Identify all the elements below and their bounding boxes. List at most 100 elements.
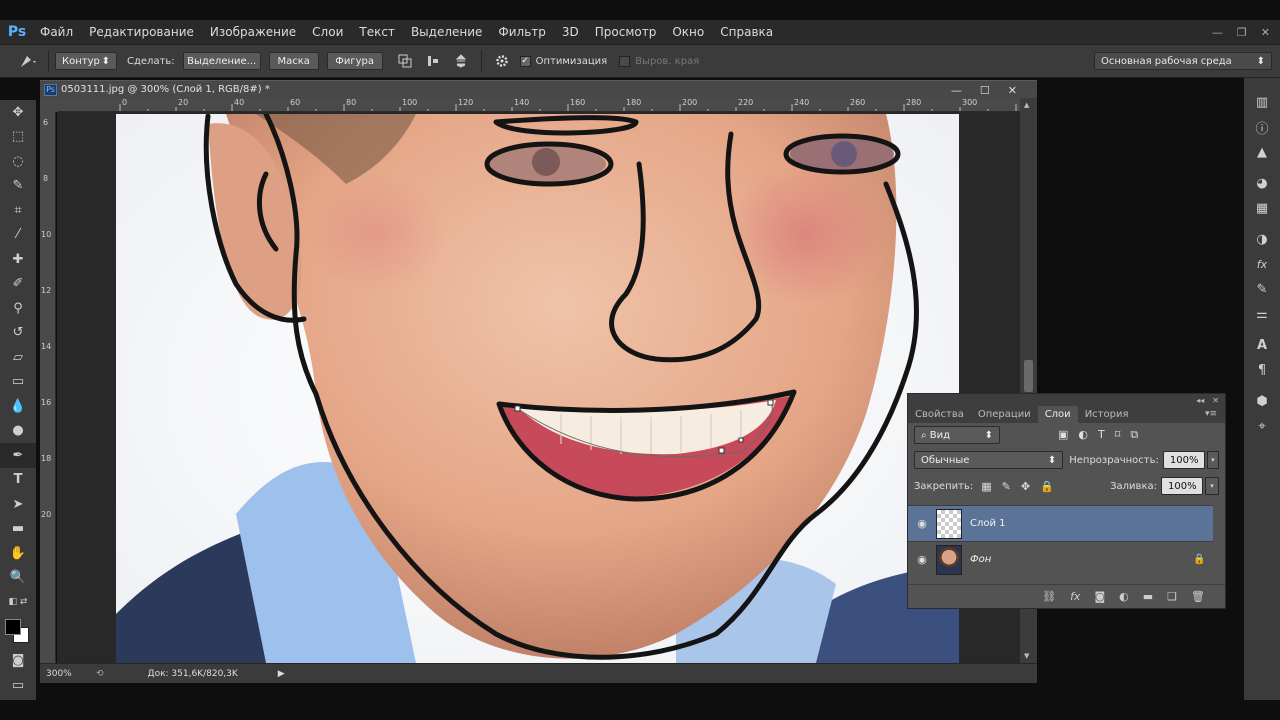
pen-tool-icon[interactable]: ✒ [0, 443, 36, 468]
add-mask-icon[interactable]: ◙ [1094, 590, 1105, 603]
layer-style-icon[interactable]: fx [1070, 590, 1080, 603]
layer-filter-select[interactable]: ⌕ Вид ⬍ [914, 426, 1000, 444]
path-alignment-icon[interactable] [419, 48, 447, 74]
panel-close-icon[interactable]: ✕ [1212, 396, 1219, 405]
pen-tool-preset-icon[interactable] [14, 48, 42, 74]
default-colors-icon[interactable]: ◧ ⇄ [0, 590, 36, 615]
eraser-tool-icon[interactable]: ▱ [0, 345, 36, 370]
blend-mode-select[interactable]: Обычные ⬍ [914, 451, 1064, 469]
vertical-ruler[interactable]: 6 8 10 12 14 16 18 20 [40, 112, 56, 663]
lock-position-icon[interactable]: ✥ [1021, 480, 1030, 493]
close-icon[interactable]: ✕ [1261, 26, 1270, 39]
marquee-tool-icon[interactable]: ⬚ [0, 125, 36, 150]
mask-button[interactable]: Маска [268, 52, 319, 70]
path-selection-tool-icon[interactable]: ➤ [0, 492, 36, 517]
fill-input[interactable]: 100% [1161, 477, 1203, 495]
brush-panel-icon[interactable]: ✎ [1244, 277, 1280, 302]
menu-text[interactable]: Текст [351, 20, 403, 44]
character-panel-icon[interactable]: A [1244, 333, 1280, 358]
minimize-icon[interactable]: — [1212, 26, 1223, 39]
menu-filter[interactable]: Фильтр [490, 20, 553, 44]
restore-icon[interactable]: ❐ [1237, 26, 1247, 39]
gear-icon[interactable] [488, 48, 516, 74]
fill-dropdown-icon[interactable]: ▾ [1205, 477, 1219, 495]
shape-button[interactable]: Фигура [326, 52, 383, 70]
menu-view[interactable]: Просмотр [587, 20, 665, 44]
menu-help[interactable]: Справка [712, 20, 781, 44]
delete-layer-icon[interactable]: 🗑 [1191, 590, 1205, 603]
align-edges-checkbox[interactable] [619, 55, 631, 67]
visibility-eye-icon[interactable]: ◉ [908, 517, 936, 530]
blur-tool-icon[interactable]: 💧 [0, 394, 36, 419]
scrollbar-thumb[interactable] [1024, 360, 1033, 392]
optimize-checkbox[interactable]: ✓ [519, 55, 531, 67]
menu-layers[interactable]: Слои [304, 20, 351, 44]
lock-transparency-icon[interactable]: ▦ [981, 480, 991, 493]
filter-shape-icon[interactable]: ⌑ [1115, 428, 1121, 442]
zoom-level[interactable]: 300% [46, 669, 82, 679]
layer-row[interactable]: ◉ Фон 🔒 [908, 541, 1213, 577]
menu-edit[interactable]: Редактирование [81, 20, 202, 44]
filter-adjustment-icon[interactable]: ◐ [1078, 428, 1088, 442]
visibility-eye-icon[interactable]: ◉ [908, 553, 936, 566]
quick-mask-icon[interactable]: ◙ [0, 649, 36, 674]
new-adjustment-layer-icon[interactable]: ◐ [1119, 590, 1129, 603]
dodge-tool-icon[interactable]: ● [0, 419, 36, 444]
tab-history[interactable]: История [1078, 406, 1136, 423]
menu-window[interactable]: Окно [664, 20, 712, 44]
doc-minimize-icon[interactable]: — [951, 84, 962, 97]
gradient-tool-icon[interactable]: ▭ [0, 370, 36, 395]
filter-type-icon[interactable]: T [1098, 428, 1105, 442]
filter-smart-object-icon[interactable]: ⧉ [1130, 428, 1138, 442]
histogram-panel-icon[interactable]: ▲ [1244, 140, 1280, 165]
type-tool-icon[interactable]: T [0, 468, 36, 493]
path-mode-select[interactable]: Контур ⬍ [55, 52, 117, 70]
horizontal-ruler[interactable]: 0 20 40 60 80 100 120 140 160 180 200 22… [58, 98, 1020, 112]
doc-restore-icon[interactable]: ☐ [980, 84, 990, 97]
zoom-tool-icon[interactable]: 🔍 [0, 566, 36, 591]
color-swatches[interactable] [0, 615, 36, 649]
menu-select[interactable]: Выделение [403, 20, 490, 44]
document-tab[interactable]: Ps 0503111.jpg @ 300% (Слой 1, RGB/8#) *… [40, 80, 1037, 98]
photo-canvas[interactable] [116, 114, 959, 663]
move-tool-icon[interactable]: ✥ [0, 100, 36, 125]
filter-image-icon[interactable]: ▣ [1058, 428, 1068, 442]
adjustments-panel-icon[interactable]: ◑ [1244, 227, 1280, 252]
path-operations-icon[interactable] [391, 48, 419, 74]
eyedropper-tool-icon[interactable]: ⁄ [0, 223, 36, 248]
brush-tool-icon[interactable]: ✐ [0, 272, 36, 297]
hand-tool-icon[interactable]: ✋ [0, 541, 36, 566]
path-arrangement-icon[interactable] [447, 48, 475, 74]
opacity-dropdown-icon[interactable]: ▾ [1206, 451, 1219, 469]
history-brush-tool-icon[interactable]: ↺ [0, 321, 36, 346]
lock-pixels-icon[interactable]: ✎ [1002, 480, 1011, 493]
3d-panel-icon[interactable]: ⬢ [1244, 389, 1280, 414]
scroll-down-icon[interactable]: ▼ [1024, 652, 1029, 660]
link-layers-icon[interactable]: ⛓ [1042, 590, 1056, 603]
swatches-panel-icon[interactable]: ▦ [1244, 196, 1280, 221]
tab-properties[interactable]: Свойства [908, 406, 971, 423]
quick-selection-tool-icon[interactable]: ✎ [0, 174, 36, 199]
layer-row[interactable]: ◉ Слой 1 [908, 505, 1213, 541]
foreground-color-swatch[interactable] [5, 618, 21, 635]
panel-menu-icon[interactable]: ▾≡ [1205, 406, 1225, 423]
color-panel-icon[interactable]: ◕ [1244, 171, 1280, 196]
tab-actions[interactable]: Операции [971, 406, 1038, 423]
menu-image[interactable]: Изображение [202, 20, 304, 44]
workspace-select[interactable]: Основная рабочая среда ⬍ [1094, 52, 1272, 70]
shape-tool-icon[interactable]: ▬ [0, 517, 36, 542]
new-layer-icon[interactable]: ❏ [1167, 590, 1177, 603]
history-panel-icon[interactable]: ▥ [1244, 90, 1280, 115]
healing-brush-tool-icon[interactable]: ✚ [0, 247, 36, 272]
info-panel-icon[interactable]: ⓘ [1244, 115, 1280, 140]
lock-all-icon[interactable]: 🔒 [1040, 480, 1054, 493]
paragraph-panel-icon[interactable]: ¶ [1244, 358, 1280, 383]
styles-panel-icon[interactable]: fx [1244, 252, 1280, 277]
clone-source-panel-icon[interactable]: ⚌ [1244, 302, 1280, 327]
new-group-icon[interactable]: ▬ [1143, 590, 1153, 603]
screen-mode-icon[interactable]: ▭ [0, 673, 36, 698]
scroll-up-icon[interactable]: ▲ [1024, 101, 1029, 109]
status-menu-arrow-icon[interactable]: ▶ [278, 669, 285, 679]
menu-3d[interactable]: 3D [554, 20, 587, 44]
lasso-tool-icon[interactable]: ◌ [0, 149, 36, 174]
